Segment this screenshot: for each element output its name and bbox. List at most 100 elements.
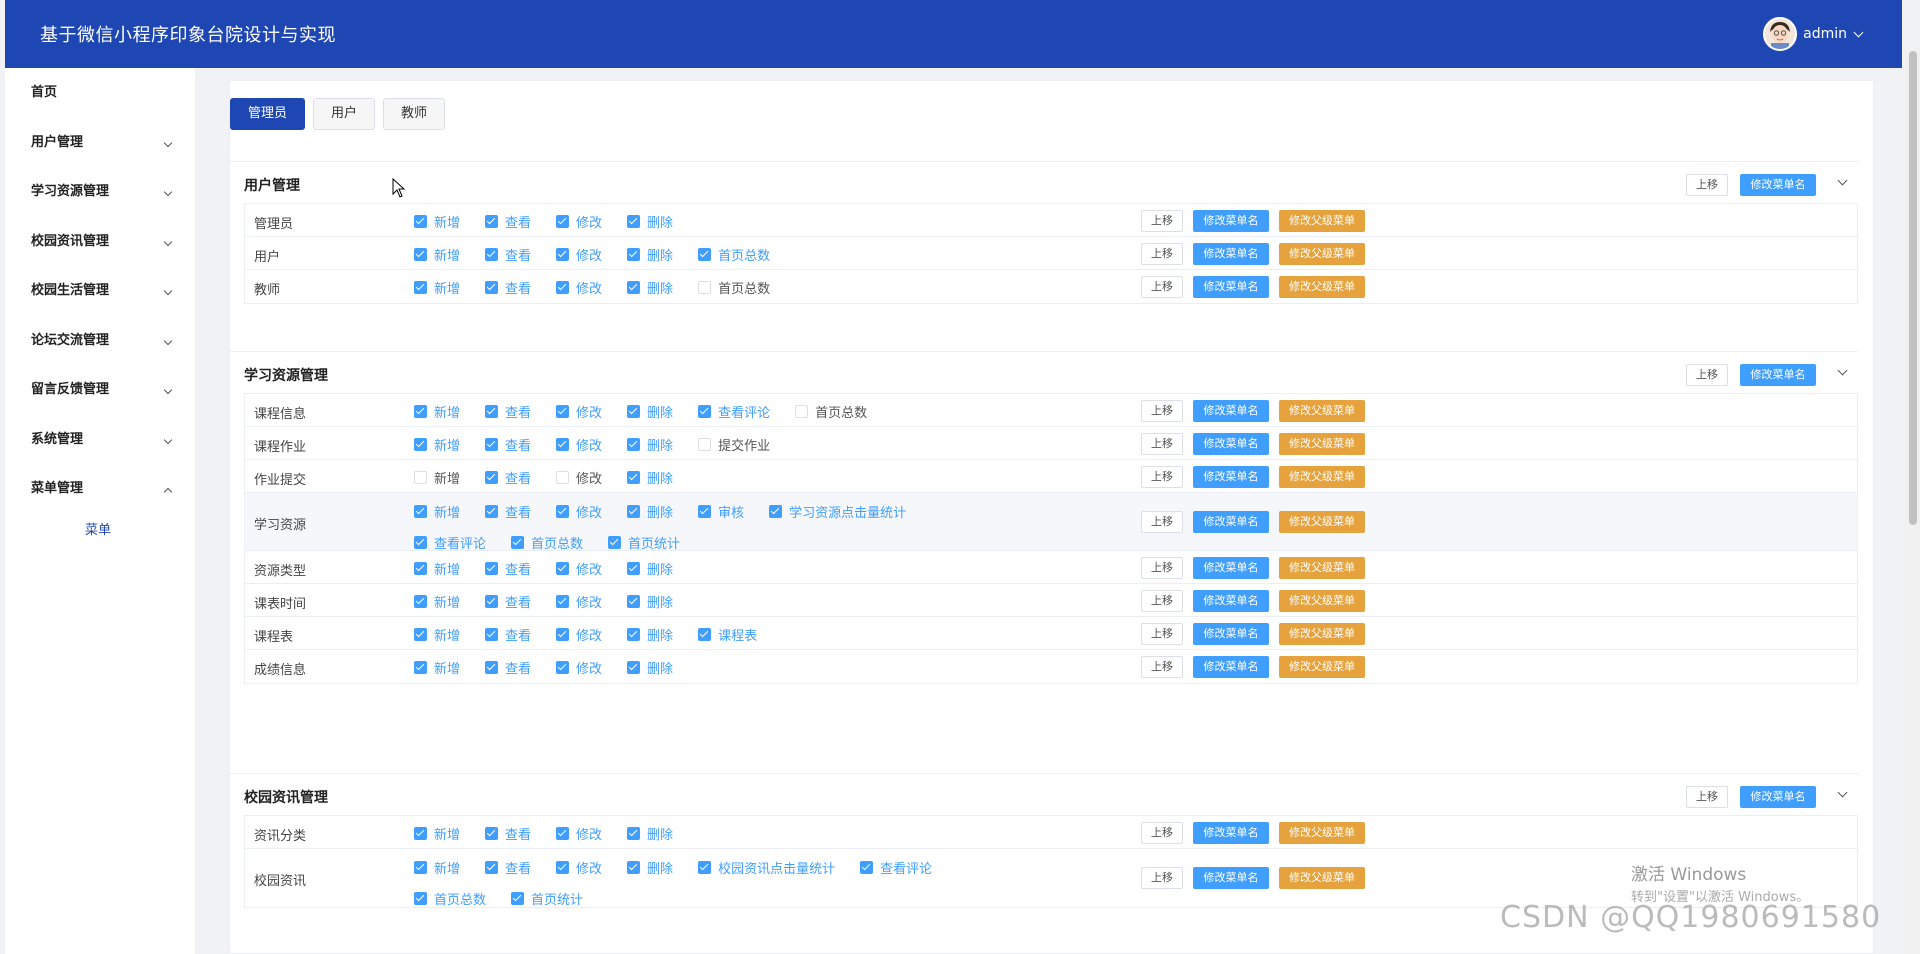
- checkbox-checked-icon[interactable]: [485, 248, 499, 261]
- permission-checkbox[interactable]: 新增: [414, 824, 460, 843]
- chevron-down-icon[interactable]: [163, 435, 173, 444]
- checkbox-checked-icon[interactable]: [556, 628, 570, 641]
- move-up-button[interactable]: 上移: [1141, 209, 1183, 232]
- permission-checkbox[interactable]: 修改: [556, 625, 602, 644]
- permission-checkbox[interactable]: 查看: [485, 658, 531, 677]
- permission-checkbox[interactable]: 修改: [556, 245, 602, 264]
- permission-checkbox[interactable]: 删除: [627, 468, 673, 487]
- sidebar-item[interactable]: 校园生活管理: [5, 266, 195, 316]
- checkbox-checked-icon[interactable]: [414, 595, 427, 608]
- checkbox-checked-icon[interactable]: [627, 595, 641, 608]
- permission-checkbox[interactable]: 首页总数: [414, 889, 486, 908]
- chevron-down-icon[interactable]: [1837, 175, 1848, 186]
- checkbox-checked-icon[interactable]: [556, 505, 570, 518]
- checkbox-checked-icon[interactable]: [556, 405, 570, 418]
- sidebar-subitem-menu[interactable]: 菜单: [5, 514, 195, 548]
- checkbox-checked-icon[interactable]: [485, 438, 499, 451]
- permission-checkbox[interactable]: 学习资源点击量统计: [769, 502, 906, 521]
- permission-checkbox[interactable]: 修改: [556, 435, 602, 454]
- checkbox-checked-icon[interactable]: [485, 827, 499, 840]
- permission-checkbox[interactable]: 删除: [627, 502, 673, 521]
- edit-parent-menu-button[interactable]: 修改父级菜单: [1279, 511, 1365, 533]
- rename-menu-button[interactable]: 修改菜单名: [1193, 622, 1269, 645]
- rename-menu-button[interactable]: 修改菜单名: [1193, 209, 1269, 232]
- permission-checkbox[interactable]: 查看: [485, 824, 531, 843]
- rename-menu-button[interactable]: 修改菜单名: [1740, 364, 1816, 386]
- move-up-button[interactable]: 上移: [1141, 589, 1183, 612]
- checkbox-checked-icon[interactable]: [414, 628, 427, 641]
- checkbox-checked-icon[interactable]: [414, 861, 427, 874]
- permission-checkbox[interactable]: 查看评论: [860, 858, 932, 877]
- permission-checkbox[interactable]: 校园资讯点击量统计: [698, 858, 835, 877]
- permission-checkbox[interactable]: 修改: [556, 592, 602, 611]
- checkbox-checked-icon[interactable]: [556, 215, 570, 228]
- checkbox-checked-icon[interactable]: [485, 628, 499, 641]
- permission-checkbox[interactable]: 删除: [627, 658, 673, 677]
- page-scrollbar[interactable]: [1906, 48, 1920, 954]
- sidebar-item[interactable]: 学习资源管理: [5, 167, 195, 217]
- rename-menu-button[interactable]: 修改菜单名: [1193, 821, 1269, 844]
- role-tab[interactable]: 教师: [383, 98, 446, 130]
- permission-checkbox[interactable]: 查看: [485, 278, 531, 297]
- checkbox-checked-icon[interactable]: [556, 281, 570, 294]
- permission-checkbox[interactable]: 新增: [414, 502, 460, 521]
- checkbox-checked-icon[interactable]: [556, 827, 570, 840]
- permission-checkbox[interactable]: 删除: [627, 278, 673, 297]
- chevron-down-icon[interactable]: [163, 187, 173, 197]
- permission-checkbox[interactable]: 提交作业: [698, 435, 770, 454]
- permission-checkbox[interactable]: 修改: [556, 402, 602, 421]
- rename-menu-button[interactable]: 修改菜单名: [1193, 465, 1269, 488]
- checkbox-checked-icon[interactable]: [485, 861, 499, 874]
- checkbox-checked-icon[interactable]: [414, 281, 427, 294]
- checkbox-checked-icon[interactable]: [414, 536, 427, 549]
- sidebar-item[interactable]: 校园资讯管理: [5, 217, 195, 267]
- rename-menu-button[interactable]: 修改菜单名: [1193, 556, 1269, 579]
- checkbox-checked-icon[interactable]: [627, 562, 641, 575]
- checkbox-checked-icon[interactable]: [860, 861, 874, 874]
- permission-checkbox[interactable]: 查看: [485, 435, 531, 454]
- permission-checkbox[interactable]: 查看: [485, 245, 531, 264]
- permission-checkbox[interactable]: 查看评论: [698, 402, 770, 421]
- edit-parent-menu-button[interactable]: 修改父级菜单: [1279, 556, 1365, 579]
- permission-checkbox[interactable]: 新增: [414, 858, 460, 877]
- chevron-down-icon[interactable]: [163, 336, 173, 345]
- edit-parent-menu-button[interactable]: 修改父级菜单: [1279, 655, 1365, 678]
- permission-checkbox[interactable]: 删除: [627, 402, 673, 421]
- checkbox-checked-icon[interactable]: [556, 438, 570, 451]
- checkbox-checked-icon[interactable]: [556, 562, 570, 575]
- permission-checkbox[interactable]: 删除: [627, 625, 673, 644]
- checkbox-checked-icon[interactable]: [627, 661, 641, 674]
- permission-checkbox[interactable]: 修改: [556, 559, 602, 578]
- permission-checkbox[interactable]: 新增: [414, 245, 460, 264]
- checkbox-checked-icon[interactable]: [485, 595, 499, 608]
- checkbox-checked-icon[interactable]: [485, 281, 499, 294]
- sidebar-item[interactable]: 菜单管理: [5, 464, 195, 514]
- permission-checkbox[interactable]: 修改: [556, 502, 602, 521]
- checkbox-unchecked-icon[interactable]: [795, 405, 809, 418]
- chevron-down-icon[interactable]: [1853, 27, 1864, 37]
- move-up-button[interactable]: 上移: [1141, 511, 1183, 533]
- permission-checkbox[interactable]: 新增: [414, 592, 460, 611]
- permission-checkbox[interactable]: 新增: [414, 625, 460, 644]
- move-up-button[interactable]: 上移: [1141, 399, 1183, 422]
- checkbox-checked-icon[interactable]: [485, 405, 499, 418]
- permission-checkbox[interactable]: 查看: [485, 402, 531, 421]
- permission-checkbox[interactable]: 首页总数: [511, 533, 583, 552]
- checkbox-checked-icon[interactable]: [627, 215, 641, 228]
- role-tab[interactable]: 用户: [313, 98, 376, 130]
- sidebar-item[interactable]: 留言反馈管理: [5, 365, 195, 415]
- permission-checkbox[interactable]: 修改: [556, 824, 602, 843]
- permission-checkbox[interactable]: 删除: [627, 824, 673, 843]
- edit-parent-menu-button[interactable]: 修改父级菜单: [1279, 465, 1365, 488]
- checkbox-checked-icon[interactable]: [627, 861, 641, 874]
- permission-checkbox[interactable]: 查看: [485, 212, 531, 231]
- permission-checkbox[interactable]: 删除: [627, 592, 673, 611]
- permission-checkbox[interactable]: 修改: [556, 858, 602, 877]
- permission-checkbox[interactable]: 新增: [414, 212, 460, 231]
- checkbox-checked-icon[interactable]: [698, 405, 712, 418]
- checkbox-checked-icon[interactable]: [627, 505, 641, 518]
- checkbox-unchecked-icon[interactable]: [556, 471, 570, 484]
- checkbox-checked-icon[interactable]: [485, 215, 499, 228]
- checkbox-checked-icon[interactable]: [511, 536, 525, 549]
- move-up-button[interactable]: 上移: [1686, 364, 1728, 386]
